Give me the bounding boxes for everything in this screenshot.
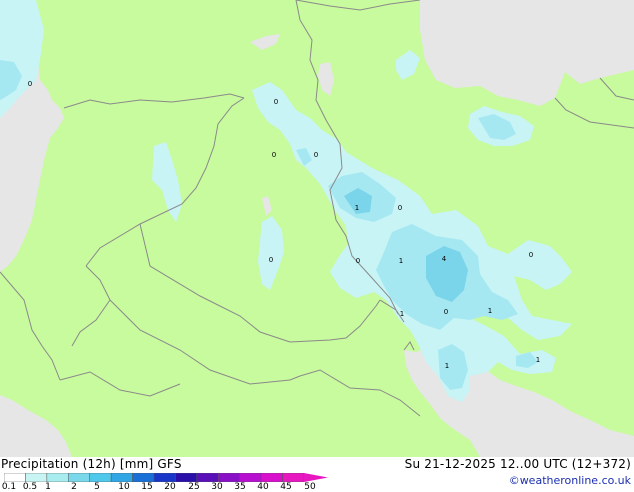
precip-label: 0 [444, 308, 448, 316]
legend-tick-label: 2 [71, 482, 77, 492]
legend-tick-label: 50 [304, 482, 316, 492]
legend-swatch [196, 473, 219, 482]
legend-tick-label: 0.1 [1, 482, 17, 492]
map-title: Precipitation (12h) [mm] GFS [1, 457, 182, 471]
precipitation-map: 0 0 0 0 1 0 0 0 1 4 0 1 0 1 1 1 [0, 0, 634, 457]
legend-swatch [110, 473, 133, 482]
legend-swatch [4, 473, 26, 482]
legend-tick-label: 15 [141, 482, 153, 492]
precip-label: 0 [269, 256, 273, 264]
legend-tick-label: 0.5 [22, 482, 38, 492]
legend-tick-label: 30 [211, 482, 223, 492]
legend-tick-label: 45 [280, 482, 292, 492]
map-footer: Precipitation (12h) [mm] GFS Su 21-12-20… [0, 457, 634, 492]
precip-label: 1 [355, 204, 359, 212]
precip-label: 1 [400, 310, 404, 318]
legend-swatch [46, 473, 69, 482]
legend-tick-label: 35 [234, 482, 246, 492]
precip-label: 4 [442, 255, 447, 263]
legend-swatch [132, 473, 155, 482]
forecast-datetime: Su 21-12-2025 12..00 UTC (12+372) [404, 457, 631, 471]
legend-tick-label: 20 [164, 482, 176, 492]
precip-label: 0 [274, 98, 278, 106]
legend-tick-label: 25 [188, 482, 200, 492]
legend-swatch [89, 473, 112, 482]
legend-arrow [304, 473, 328, 482]
precip-label: 1 [488, 307, 492, 315]
legend-swatch [25, 473, 48, 482]
legend-swatch [282, 473, 305, 482]
legend-tick-label: 1 [45, 482, 51, 492]
legend-swatch [68, 473, 90, 482]
precip-label: 0 [314, 151, 318, 159]
precip-label: 0 [28, 80, 32, 88]
precip-label: 1 [536, 356, 540, 364]
legend-swatch [260, 473, 283, 482]
precip-label: 0 [529, 251, 533, 259]
legend-tick-label: 5 [94, 482, 100, 492]
precip-label: 0 [272, 151, 276, 159]
legend-swatch [218, 473, 240, 482]
legend-swatch [175, 473, 198, 482]
precip-label: 1 [399, 257, 403, 265]
precip-label: 1 [445, 362, 449, 370]
credit-link[interactable]: ©weatheronline.co.uk [509, 474, 631, 487]
precip-label: 0 [356, 257, 360, 265]
precip-label: 0 [398, 204, 402, 212]
legend-swatch [239, 473, 262, 482]
legend-swatch [153, 473, 176, 482]
precip-legend-bar [4, 473, 328, 482]
legend-tick-label: 10 [118, 482, 130, 492]
legend-tick-label: 40 [257, 482, 269, 492]
